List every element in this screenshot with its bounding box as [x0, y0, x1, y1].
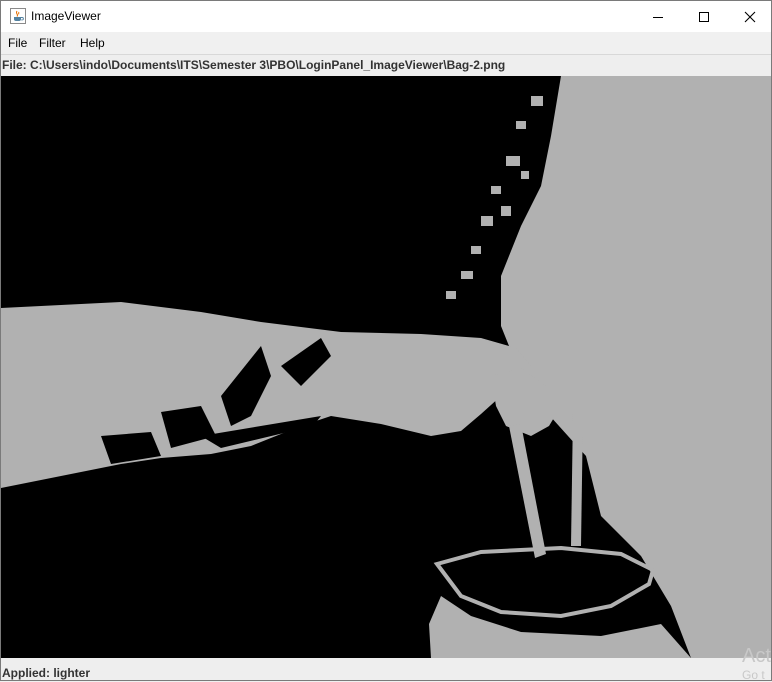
menu-filter[interactable]: Filter: [39, 36, 66, 50]
minimize-button[interactable]: [635, 1, 681, 32]
status-bar: Applied: lighter: [1, 658, 771, 680]
file-path-bar: File: C:\Users\indo\Documents\ITS\Semest…: [1, 54, 771, 76]
maximize-button[interactable]: [681, 1, 727, 32]
image-viewer-window: ImageViewer File Filter Help File: C:\Us…: [0, 0, 772, 681]
status-label: Applied: lighter: [2, 666, 90, 680]
close-button[interactable]: [727, 1, 771, 32]
activation-watermark-sub: Go t: [742, 668, 765, 682]
activation-watermark: Act: [742, 645, 771, 667]
window-title: ImageViewer: [31, 9, 101, 23]
menu-file[interactable]: File: [8, 36, 27, 50]
menu-bar: File Filter Help: [1, 32, 771, 54]
filtered-image: [1, 76, 771, 658]
maximize-icon: [698, 11, 710, 23]
image-canvas[interactable]: [1, 76, 771, 658]
java-cup-icon: [10, 8, 26, 24]
minimize-icon: [652, 11, 664, 23]
close-icon: [744, 11, 756, 23]
title-bar[interactable]: ImageViewer: [1, 1, 771, 32]
file-path-label: File: C:\Users\indo\Documents\ITS\Semest…: [2, 58, 506, 72]
menu-help[interactable]: Help: [80, 36, 105, 50]
